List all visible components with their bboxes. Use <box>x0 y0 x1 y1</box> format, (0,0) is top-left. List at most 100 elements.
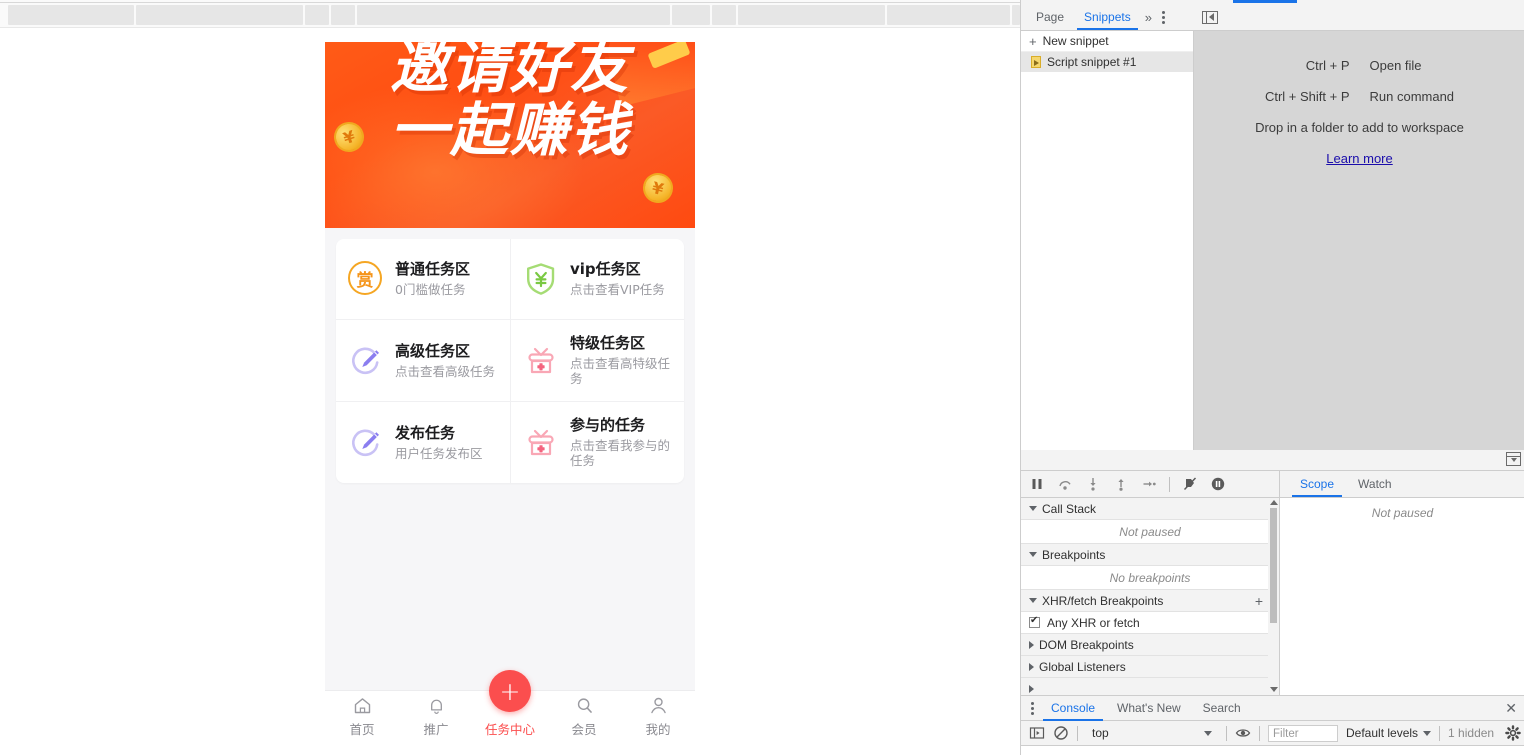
deactivate-breakpoints-icon[interactable] <box>1182 476 1198 492</box>
section-title: XHR/fetch Breakpoints <box>1042 594 1163 608</box>
scroll-down-icon[interactable] <box>1270 687 1278 692</box>
section-call-stack[interactable]: Call Stack <box>1021 498 1279 520</box>
console-sidebar-icon[interactable] <box>1029 725 1045 741</box>
step-over-icon[interactable] <box>1057 476 1073 492</box>
section-dom-breakpoints[interactable]: DOM Breakpoints <box>1021 634 1279 656</box>
script-file-icon <box>1031 56 1041 68</box>
clear-console-icon[interactable] <box>1053 725 1069 741</box>
banner-title: 邀请好友 一起赚钱 <box>325 42 695 161</box>
devtools-panel: Page Snippets » + New snippet Script sni… <box>1020 0 1524 755</box>
pause-on-exceptions-icon[interactable] <box>1210 476 1226 492</box>
browser-toolbar-strip <box>0 0 1020 28</box>
panel-icon-arrow <box>1209 13 1214 21</box>
learn-more-link[interactable]: Learn more <box>1326 151 1392 166</box>
task-card-subtitle: 点击查看我参与的任务 <box>570 438 676 469</box>
section-breakpoints[interactable]: Breakpoints <box>1021 544 1279 566</box>
task-card-advanced[interactable]: 高级任务区 点击查看高级任务 <box>336 320 510 401</box>
task-card-joined[interactable]: 参与的任务 点击查看我参与的任务 <box>510 402 684 483</box>
promo-banner[interactable]: 邀请好友 一起赚钱 ¥ ¥ <box>325 42 695 228</box>
task-card-icon <box>348 343 384 379</box>
drawer-more-options-icon[interactable] <box>1026 702 1039 715</box>
person-icon <box>648 695 669 716</box>
shortcut-desc: Open file <box>1370 58 1495 73</box>
step-into-icon[interactable] <box>1085 476 1101 492</box>
log-levels-selector[interactable]: Default levels <box>1346 726 1431 740</box>
section-xhr-breakpoints[interactable]: XHR/fetch Breakpoints + <box>1021 590 1279 612</box>
close-icon[interactable]: ✕ <box>1505 701 1517 715</box>
more-options-icon[interactable] <box>1157 11 1170 24</box>
toolbar-segment <box>305 5 329 25</box>
eye-icon[interactable] <box>1235 725 1251 741</box>
debugger-sidebar: Call Stack Not paused Breakpoints No bre… <box>1021 498 1280 695</box>
tab-label: 首页 <box>349 719 374 738</box>
debugger-divider <box>1021 450 1524 471</box>
chevron-down-panel-icon <box>1506 452 1521 466</box>
resume-script-icon[interactable] <box>1029 476 1045 492</box>
step-out-icon[interactable] <box>1113 476 1129 492</box>
chevron-down-icon <box>1204 731 1212 736</box>
task-card-icon: 赏 <box>348 261 384 297</box>
scrollbar-thumb[interactable] <box>1270 508 1277 623</box>
nav-tab-snippets[interactable]: Snippets <box>1075 5 1140 29</box>
checkbox-icon[interactable] <box>1029 617 1040 628</box>
chevron-down-icon <box>1423 731 1431 736</box>
sidebar-scrollbar[interactable] <box>1268 498 1279 695</box>
xhr-any-row[interactable]: Any XHR or fetch <box>1021 612 1279 634</box>
chevron-right-icon <box>1029 641 1034 649</box>
section-global-listeners[interactable]: Global Listeners <box>1021 656 1279 678</box>
task-card-title: 高级任务区 <box>395 342 495 361</box>
section-title: DOM Breakpoints <box>1039 638 1134 652</box>
tab-whats-new[interactable]: What's New <box>1107 696 1191 720</box>
section-event-listener-breakpoints[interactable] <box>1021 678 1279 695</box>
add-xhr-breakpoint-icon[interactable]: + <box>1255 594 1263 608</box>
toolbar-separator <box>1439 726 1440 741</box>
snippets-list: + New snippet Script snippet #1 <box>1021 31 1194 450</box>
tab-label: 推广 <box>423 719 448 738</box>
task-card-title: vip任务区 <box>570 260 665 279</box>
show-navigator-icon[interactable] <box>1202 11 1218 24</box>
add-task-fab[interactable]: + <box>489 670 531 712</box>
tab-home[interactable]: 首页 <box>325 691 399 742</box>
chevron-down-icon <box>1029 506 1037 511</box>
scroll-up-icon[interactable] <box>1270 500 1278 505</box>
shortcut-keys: Ctrl + P <box>1225 58 1370 73</box>
tab-member[interactable]: 会员 <box>547 691 621 742</box>
drawer-tabbar: Console What's New Search ✕ <box>1021 695 1524 721</box>
nav-tab-page[interactable]: Page <box>1027 5 1073 29</box>
tab-console[interactable]: Console <box>1041 696 1105 720</box>
tab-profile[interactable]: 我的 <box>621 691 695 742</box>
task-card-text: 普通任务区 0门槛做任务 <box>395 260 470 297</box>
tab-label: 任务中心 <box>485 719 535 738</box>
task-card-subtitle: 点击查看VIP任务 <box>570 282 665 298</box>
task-entry-grid: 赏 普通任务区 0门槛做任务 <box>336 239 684 483</box>
tab-watch[interactable]: Watch <box>1348 472 1402 496</box>
editor-tabbar <box>1194 4 1524 31</box>
section-title: Call Stack <box>1042 502 1096 516</box>
gift-box-icon <box>523 425 559 461</box>
task-card-subtitle: 点击查看高特级任务 <box>570 356 676 387</box>
tab-search[interactable]: Search <box>1193 696 1251 720</box>
settings-gear-icon[interactable] <box>1505 725 1521 741</box>
show-drawer-button[interactable] <box>1506 452 1521 466</box>
shortcut-desc: Run command <box>1370 89 1495 104</box>
list-item[interactable]: Script snippet #1 <box>1021 52 1193 72</box>
more-tabs-icon[interactable]: » <box>1142 10 1155 25</box>
debugger-toolbar <box>1021 471 1280 498</box>
shield-yen-icon <box>523 261 559 297</box>
tab-promotion[interactable]: 推广 <box>399 691 473 742</box>
plus-icon: + <box>500 679 521 704</box>
tab-scope[interactable]: Scope <box>1290 472 1344 496</box>
page-spacer <box>325 483 695 690</box>
toolbar-segment <box>672 5 710 25</box>
task-card-publish[interactable]: 发布任务 用户任务发布区 <box>336 402 510 483</box>
navigator-tabbar: Page Snippets » <box>1021 4 1194 31</box>
task-card-vip[interactable]: vip任务区 点击查看VIP任务 <box>510 239 684 319</box>
task-card-special[interactable]: 特级任务区 点击查看高特级任务 <box>510 320 684 401</box>
step-icon[interactable] <box>1141 476 1157 492</box>
toolbar-rule <box>0 2 1020 3</box>
console-context-selector[interactable]: top <box>1086 726 1218 740</box>
new-snippet-button[interactable]: + New snippet <box>1021 31 1193 52</box>
task-card-normal[interactable]: 赏 普通任务区 0门槛做任务 <box>336 239 510 319</box>
xhr-any-label: Any XHR or fetch <box>1047 616 1140 630</box>
console-filter-input[interactable]: Filter <box>1268 725 1338 742</box>
